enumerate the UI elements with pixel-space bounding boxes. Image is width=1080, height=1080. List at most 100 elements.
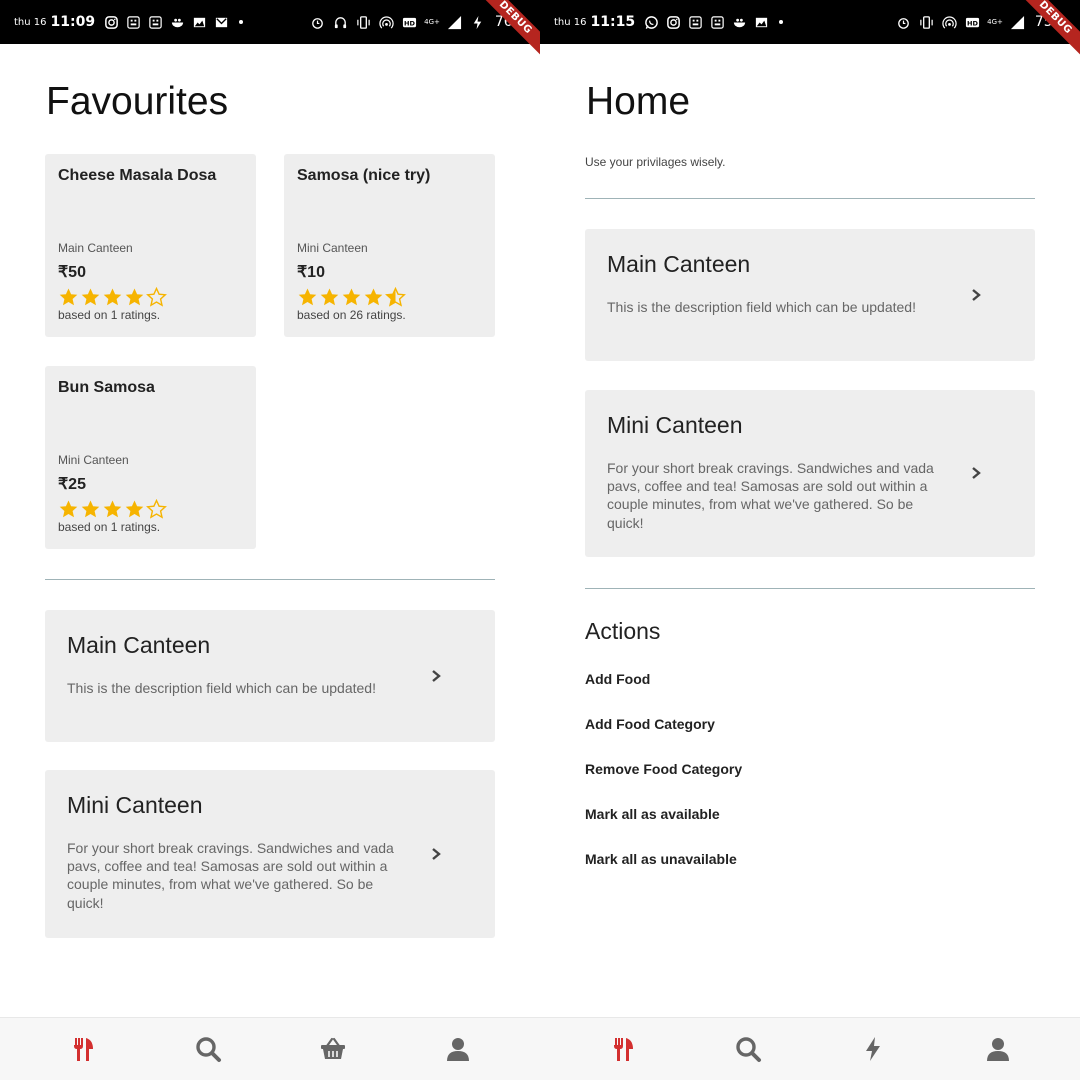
hd-icon: HD bbox=[401, 14, 417, 30]
cutlery-icon bbox=[73, 1038, 93, 1061]
app-icon bbox=[709, 14, 725, 30]
whatsapp-icon bbox=[643, 14, 659, 30]
status-bar: thu 16 11:09 HD 4G+ 76% DEBUG bbox=[0, 0, 540, 63]
nav-profile-tab[interactable] bbox=[968, 1024, 1028, 1074]
food-canteen: Mini Canteen bbox=[58, 453, 129, 467]
search-icon bbox=[735, 1037, 761, 1062]
food-canteen: Mini Canteen bbox=[297, 241, 368, 255]
food-name: Cheese Masala Dosa bbox=[58, 167, 217, 184]
notification-icons bbox=[643, 14, 784, 30]
instagram-icon bbox=[665, 14, 681, 30]
bolt-icon bbox=[865, 1037, 880, 1061]
network-type: 4G+ bbox=[987, 18, 1003, 26]
star-full-icon bbox=[59, 500, 78, 517]
canteen-description: This is the description field which can … bbox=[607, 299, 916, 315]
canteen-card-mini[interactable]: Mini Canteen For your short break cravin… bbox=[585, 390, 1035, 557]
add-food-button[interactable]: Add Food bbox=[585, 671, 650, 687]
bottom-navigation bbox=[0, 1017, 540, 1080]
section-divider bbox=[45, 579, 495, 580]
food-name: Bun Samosa bbox=[58, 379, 155, 396]
more-notifications-dot bbox=[779, 20, 784, 24]
status-bar: thu 16 11:15 HD 4G+ 75% DEBUG bbox=[540, 0, 1080, 63]
section-divider bbox=[585, 198, 1035, 199]
star-half-icon bbox=[385, 286, 406, 307]
nav-food-tab[interactable] bbox=[593, 1024, 653, 1074]
cutlery-icon bbox=[613, 1038, 633, 1061]
star-full-icon bbox=[298, 288, 317, 305]
star-full-icon bbox=[59, 288, 78, 305]
food-price: ₹25 bbox=[58, 476, 86, 493]
canteen-description: For your short break cravings. Sandwiche… bbox=[67, 840, 394, 911]
food-price: ₹50 bbox=[58, 264, 86, 281]
hotspot-icon bbox=[941, 14, 957, 30]
chevron-right-icon[interactable] bbox=[429, 847, 443, 861]
user-icon bbox=[446, 1038, 469, 1061]
home-screen: thu 16 11:15 HD 4G+ 75% DEBUG Home Use y… bbox=[540, 0, 1080, 1080]
nav-food-tab[interactable] bbox=[53, 1024, 113, 1074]
debug-banner: DEBUG bbox=[1010, 0, 1080, 63]
remove-food-category-button[interactable]: Remove Food Category bbox=[585, 761, 742, 777]
network-type: 4G+ bbox=[424, 18, 440, 26]
canteen-name: Main Canteen bbox=[67, 632, 211, 658]
gmail-icon bbox=[213, 14, 229, 30]
food-card-samosa[interactable]: Samosa (nice try) Mini Canteen ₹10 based… bbox=[284, 154, 495, 337]
canteen-description: For your short break cravings. Sandwiche… bbox=[607, 460, 934, 531]
canteen-name: Mini Canteen bbox=[607, 412, 743, 438]
status-time: 11:15 bbox=[590, 14, 636, 30]
signal-icon bbox=[1010, 14, 1026, 30]
star-full-icon bbox=[103, 500, 122, 517]
nav-profile-tab[interactable] bbox=[428, 1024, 488, 1074]
status-time: 11:09 bbox=[50, 14, 96, 30]
chevron-right-icon[interactable] bbox=[969, 288, 983, 302]
gallery-icon bbox=[753, 14, 769, 30]
star-full-icon bbox=[342, 288, 361, 305]
chevron-right-icon[interactable] bbox=[429, 669, 443, 683]
app-icon bbox=[147, 14, 163, 30]
section-divider bbox=[585, 588, 1035, 589]
canteen-card-mini[interactable]: Mini Canteen For your short break cravin… bbox=[45, 770, 495, 938]
status-day: thu 16 bbox=[554, 16, 587, 28]
star-rating bbox=[58, 498, 243, 520]
signal-icon bbox=[447, 14, 463, 30]
headphones-icon bbox=[332, 14, 348, 30]
canteen-name: Mini Canteen bbox=[67, 792, 203, 818]
alarm-icon bbox=[895, 14, 911, 30]
search-icon bbox=[195, 1037, 221, 1062]
svg-text:HD: HD bbox=[404, 19, 415, 27]
debug-banner: DEBUG bbox=[470, 0, 540, 63]
star-rating bbox=[58, 286, 243, 308]
user-icon bbox=[986, 1038, 1009, 1061]
basket-icon bbox=[320, 1037, 345, 1059]
food-card-cheese-masala-dosa[interactable]: Cheese Masala Dosa Main Canteen ₹50 base… bbox=[45, 154, 256, 337]
canteen-card-main[interactable]: Main Canteen This is the description fie… bbox=[585, 229, 1035, 361]
nav-search-tab[interactable] bbox=[178, 1024, 238, 1074]
star-full-icon bbox=[81, 288, 100, 305]
star-full-icon bbox=[81, 500, 100, 517]
mark-all-unavailable-button[interactable]: Mark all as unavailable bbox=[585, 851, 737, 867]
food-card-bun-samosa[interactable]: Bun Samosa Mini Canteen ₹25 based on 1 r… bbox=[45, 366, 256, 549]
add-food-category-button[interactable]: Add Food Category bbox=[585, 716, 715, 732]
canteen-name: Main Canteen bbox=[607, 251, 751, 277]
nav-basket-tab[interactable] bbox=[303, 1024, 363, 1074]
canteen-card-main[interactable]: Main Canteen This is the description fie… bbox=[45, 610, 495, 742]
nav-search-tab[interactable] bbox=[718, 1024, 778, 1074]
star-full-icon bbox=[364, 288, 383, 305]
food-name: Samosa (nice try) bbox=[297, 167, 431, 184]
app-icon bbox=[687, 14, 703, 30]
nav-actions-tab[interactable] bbox=[843, 1024, 903, 1074]
system-icons: HD 4G+ 75% bbox=[895, 14, 1066, 30]
star-full-icon bbox=[125, 500, 144, 517]
star-full-icon bbox=[320, 288, 339, 305]
chevron-right-icon[interactable] bbox=[969, 466, 983, 480]
vibrate-icon bbox=[918, 14, 934, 30]
status-day: thu 16 bbox=[14, 16, 47, 28]
food-price: ₹10 bbox=[297, 264, 325, 281]
mark-all-available-button[interactable]: Mark all as available bbox=[585, 806, 720, 822]
favourites-screen: thu 16 11:09 HD 4G+ 76% DEBUG Favourites… bbox=[0, 0, 540, 1080]
svg-text:HD: HD bbox=[967, 19, 978, 27]
ratings-count: based on 1 ratings. bbox=[58, 308, 161, 322]
food-canteen: Main Canteen bbox=[58, 241, 133, 255]
actions-heading: Actions bbox=[585, 618, 661, 644]
page-title: Favourites bbox=[46, 80, 229, 123]
star-rating bbox=[297, 286, 482, 308]
